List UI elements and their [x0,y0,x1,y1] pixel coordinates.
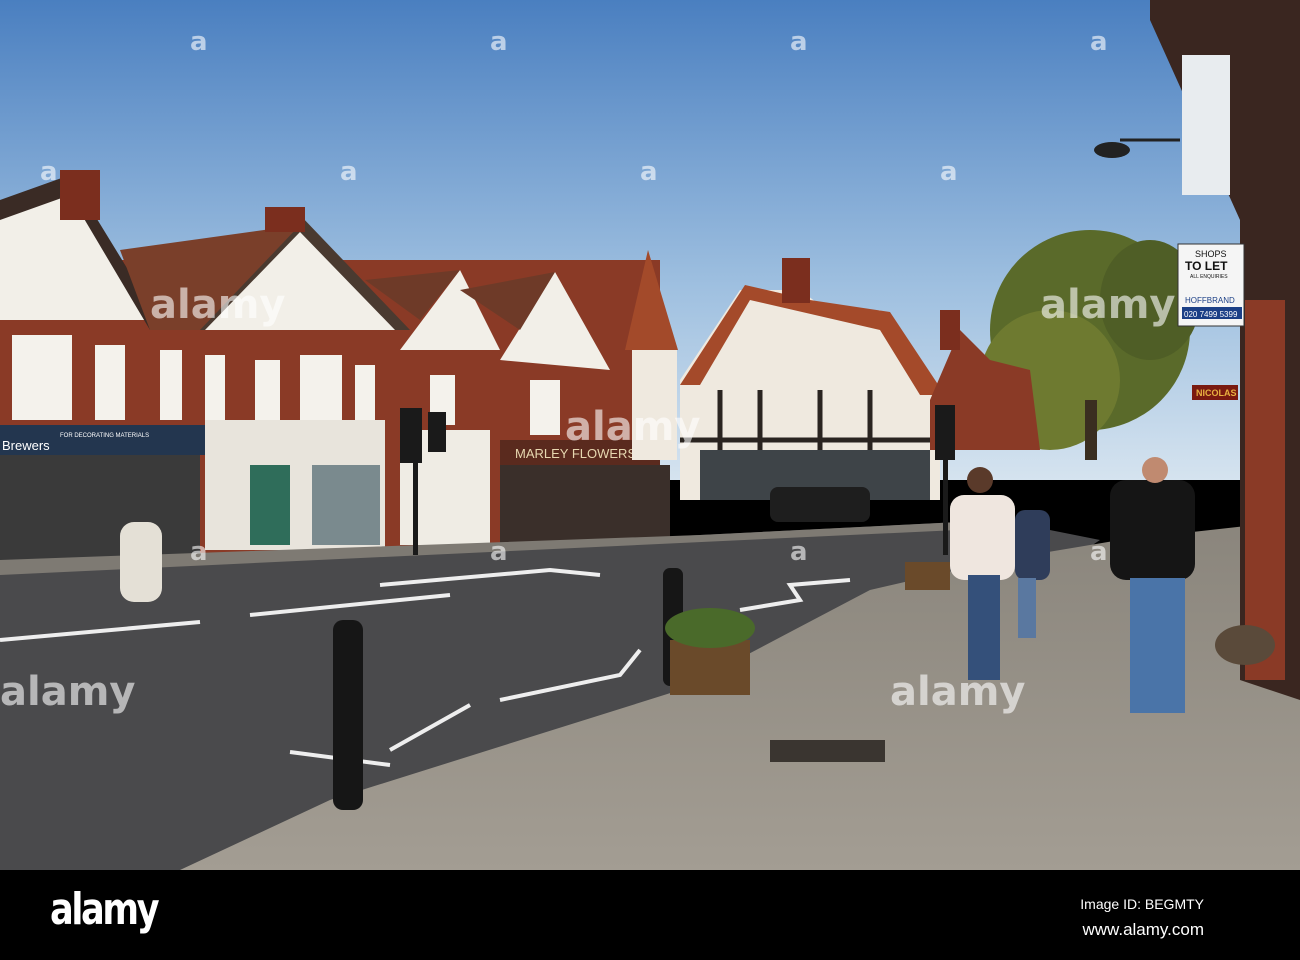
svg-text:a: a [1090,27,1108,57]
svg-text:TO LET: TO LET [1185,259,1228,273]
alamy-logo: alamy [50,884,160,935]
to-let-sign: SHOPS TO LET ALL ENQUIRIES HOFFBRAND 020… [1177,243,1245,327]
svg-text:ALL ENQUIRIES: ALL ENQUIRIES [1190,274,1228,280]
street-photo: Brewers FOR DECORATING MATERIALS MARLEY … [0,0,1300,870]
svg-text:a: a [790,537,808,567]
svg-text:a: a [940,157,958,187]
svg-text:a: a [640,157,658,187]
drain-cover [770,740,885,762]
svg-text:alamy: alamy [1040,282,1175,328]
svg-text:alamy: alamy [890,669,1025,715]
svg-text:a: a [40,157,58,187]
svg-text:a: a [190,537,208,567]
footer-bar: alamy Image ID: BEGMTY www.alamy.com [0,870,1300,960]
svg-text:SHOPS: SHOPS [1195,249,1227,259]
svg-text:a: a [190,27,208,57]
svg-text:a: a [490,27,508,57]
svg-text:alamy: alamy [565,404,700,450]
parked-car [770,487,870,522]
svg-text:a: a [790,27,808,57]
image-id: Image ID: BEGMTY [1080,896,1204,912]
svg-text:alamy: alamy [0,669,135,715]
shop-sign-brewers: Brewers [2,438,50,453]
svg-text:a: a [340,157,358,187]
nicolas-sign: NICOLAS [1192,385,1238,400]
svg-text:a: a [490,537,508,567]
svg-text:HOFFBRAND: HOFFBRAND [1185,296,1235,305]
svg-text:alamy: alamy [150,282,285,328]
svg-text:020 7499 5399: 020 7499 5399 [1184,310,1238,319]
svg-text:a: a [1090,537,1108,567]
svg-text:NICOLAS: NICOLAS [1196,388,1237,398]
shop-sign-decorating: FOR DECORATING MATERIALS [60,433,149,439]
site-url[interactable]: www.alamy.com [1082,920,1204,940]
